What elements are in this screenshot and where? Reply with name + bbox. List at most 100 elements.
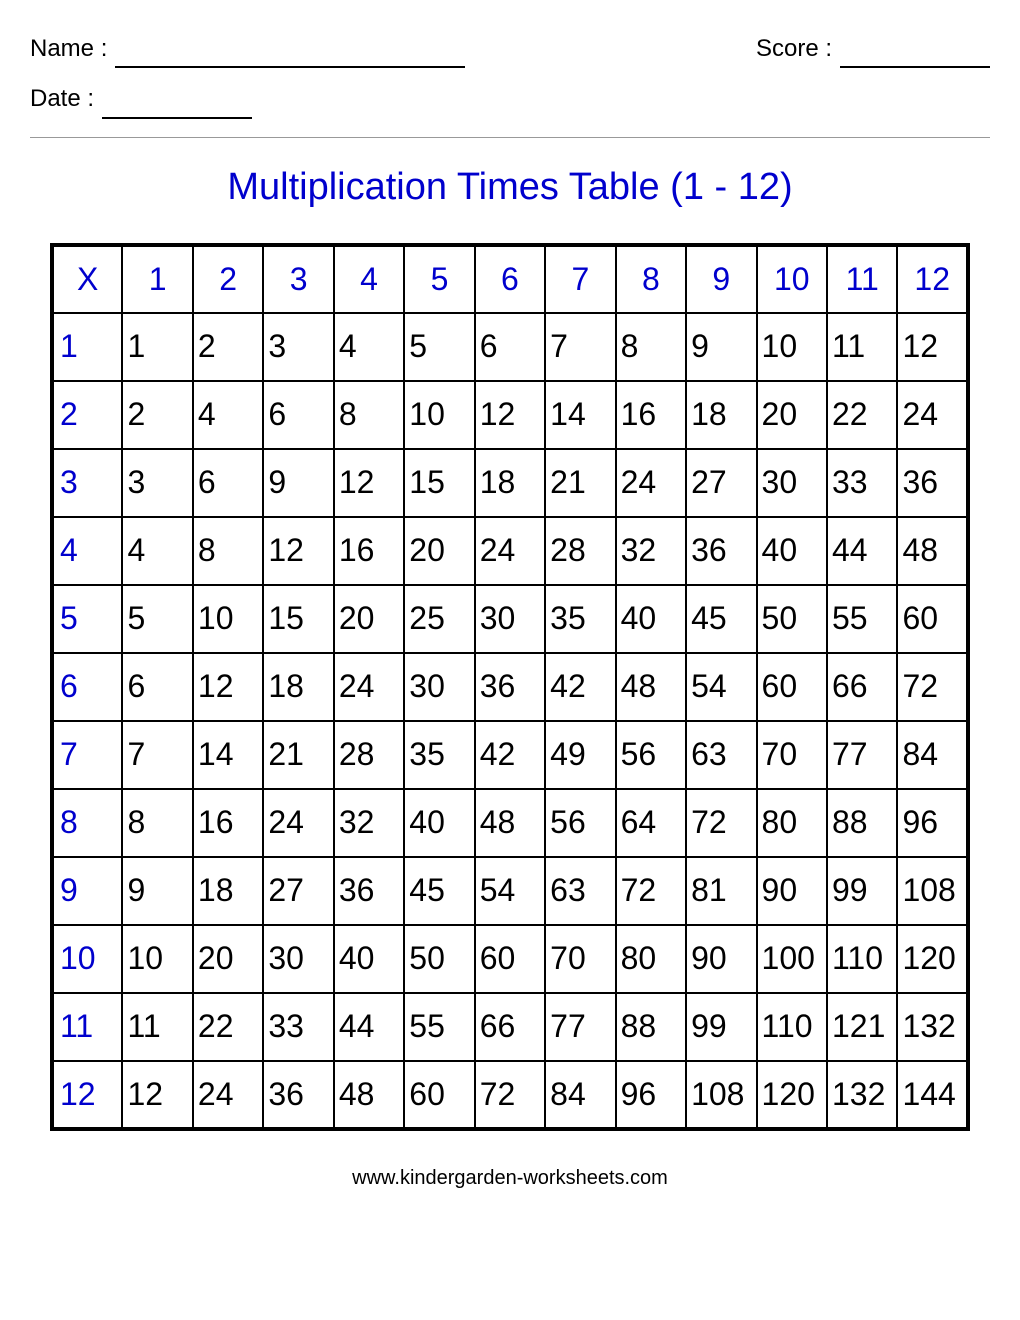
date-blank[interactable] xyxy=(102,90,252,118)
table-cell: 18 xyxy=(263,653,333,721)
table-cell: 144 xyxy=(897,1061,968,1129)
table-cell: 90 xyxy=(686,925,756,993)
table-cell: 10 xyxy=(757,313,827,381)
table-cell: 88 xyxy=(616,993,686,1061)
table-cell: 24 xyxy=(263,789,333,857)
table-cell: 64 xyxy=(616,789,686,857)
table-cell: 36 xyxy=(475,653,545,721)
row-header: 3 xyxy=(52,449,122,517)
row-header: 12 xyxy=(52,1061,122,1129)
table-cell: 11 xyxy=(827,313,897,381)
table-cell: 70 xyxy=(757,721,827,789)
table-cell: 56 xyxy=(616,721,686,789)
row-header: 2 xyxy=(52,381,122,449)
table-cell: 48 xyxy=(334,1061,404,1129)
table-cell: 22 xyxy=(193,993,263,1061)
row-header: 5 xyxy=(52,585,122,653)
table-cell: 50 xyxy=(757,585,827,653)
table-cell: 24 xyxy=(193,1061,263,1129)
table-cell: 108 xyxy=(897,857,968,925)
table-cell: 20 xyxy=(404,517,474,585)
table-cell: 16 xyxy=(334,517,404,585)
table-cell: 40 xyxy=(616,585,686,653)
table-cell: 9 xyxy=(122,857,192,925)
table-cell: 84 xyxy=(545,1061,615,1129)
table-cell: 10 xyxy=(122,925,192,993)
table-cell: 8 xyxy=(193,517,263,585)
table-cell: 44 xyxy=(827,517,897,585)
table-cell: 36 xyxy=(897,449,968,517)
table-cell: 14 xyxy=(545,381,615,449)
name-label: Name : xyxy=(30,30,107,68)
column-header: 5 xyxy=(404,245,474,313)
column-header: 8 xyxy=(616,245,686,313)
table-cell: 20 xyxy=(757,381,827,449)
table-cell: 2 xyxy=(122,381,192,449)
table-cell: 80 xyxy=(616,925,686,993)
column-header: 4 xyxy=(334,245,404,313)
table-cell: 72 xyxy=(686,789,756,857)
table-cell: 21 xyxy=(263,721,333,789)
table-cell: 35 xyxy=(545,585,615,653)
table-cell: 132 xyxy=(827,1061,897,1129)
page-title: Multiplication Times Table (1 - 12) xyxy=(30,166,990,209)
table-cell: 4 xyxy=(193,381,263,449)
table-cell: 6 xyxy=(122,653,192,721)
table-cell: 24 xyxy=(334,653,404,721)
table-cell: 55 xyxy=(827,585,897,653)
table-cell: 90 xyxy=(757,857,827,925)
table-cell: 72 xyxy=(897,653,968,721)
table-cell: 7 xyxy=(545,313,615,381)
column-header: 9 xyxy=(686,245,756,313)
table-cell: 44 xyxy=(334,993,404,1061)
table-cell: 33 xyxy=(263,993,333,1061)
table-cell: 1 xyxy=(122,313,192,381)
table-cell: 40 xyxy=(334,925,404,993)
table-cell: 18 xyxy=(686,381,756,449)
name-blank[interactable] xyxy=(115,40,465,68)
table-cell: 100 xyxy=(757,925,827,993)
table-cell: 77 xyxy=(827,721,897,789)
column-header: 3 xyxy=(263,245,333,313)
table-cell: 45 xyxy=(404,857,474,925)
footer-url: www.kindergarden-worksheets.com xyxy=(30,1167,990,1190)
table-cell: 22 xyxy=(827,381,897,449)
table-cell: 120 xyxy=(897,925,968,993)
table-cell: 48 xyxy=(475,789,545,857)
table-cell: 56 xyxy=(545,789,615,857)
table-cell: 9 xyxy=(686,313,756,381)
column-header: 12 xyxy=(897,245,968,313)
table-cell: 20 xyxy=(193,925,263,993)
table-cell: 40 xyxy=(757,517,827,585)
table-cell: 60 xyxy=(475,925,545,993)
row-header: 11 xyxy=(52,993,122,1061)
table-cell: 24 xyxy=(475,517,545,585)
table-cell: 70 xyxy=(545,925,615,993)
table-cell: 30 xyxy=(757,449,827,517)
table-cell: 36 xyxy=(334,857,404,925)
table-cell: 10 xyxy=(193,585,263,653)
table-cell: 36 xyxy=(263,1061,333,1129)
table-cell: 27 xyxy=(686,449,756,517)
row-header: 10 xyxy=(52,925,122,993)
table-cell: 10 xyxy=(404,381,474,449)
table-cell: 28 xyxy=(545,517,615,585)
table-cell: 20 xyxy=(334,585,404,653)
table-cell: 48 xyxy=(897,517,968,585)
multiplication-table: X123456789101112112345678910111222468101… xyxy=(50,243,970,1131)
score-blank[interactable] xyxy=(840,40,990,68)
table-cell: 110 xyxy=(757,993,827,1061)
table-cell: 48 xyxy=(616,653,686,721)
row-header: 8 xyxy=(52,789,122,857)
table-cell: 132 xyxy=(897,993,968,1061)
row-header: 7 xyxy=(52,721,122,789)
table-cell: 60 xyxy=(897,585,968,653)
table-cell: 108 xyxy=(686,1061,756,1129)
table-cell: 30 xyxy=(404,653,474,721)
table-cell: 45 xyxy=(686,585,756,653)
table-cell: 5 xyxy=(404,313,474,381)
table-cell: 11 xyxy=(122,993,192,1061)
table-cell: 66 xyxy=(827,653,897,721)
table-cell: 15 xyxy=(404,449,474,517)
column-header: 6 xyxy=(475,245,545,313)
